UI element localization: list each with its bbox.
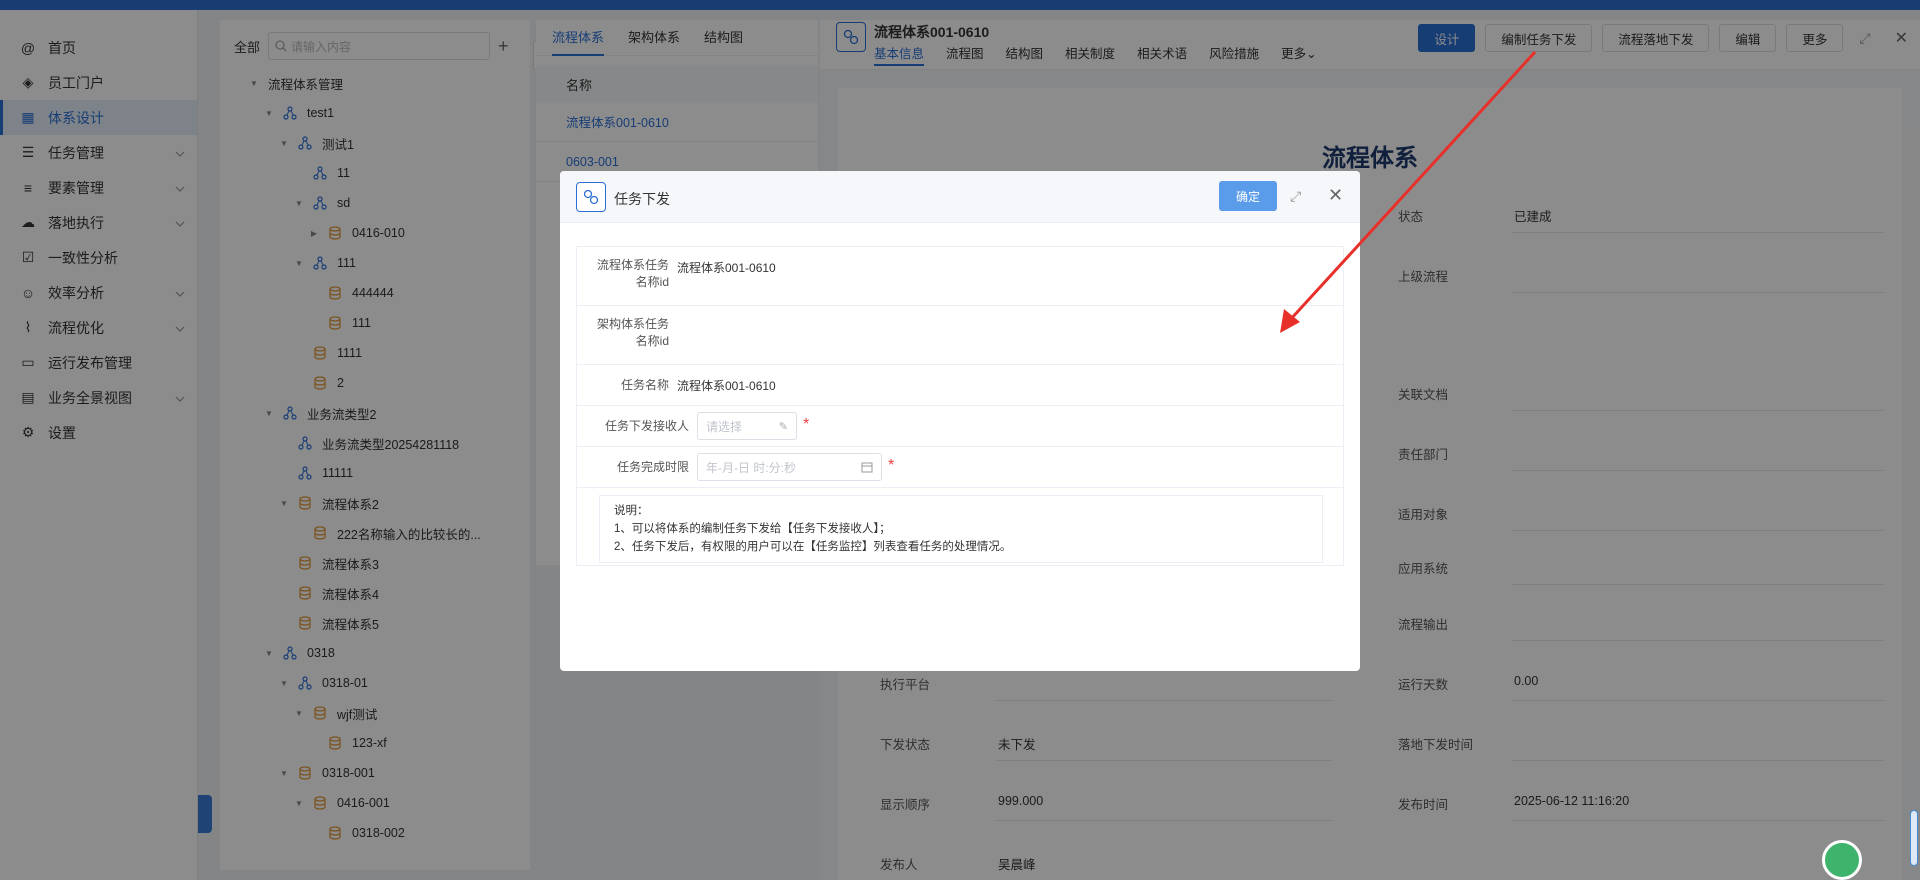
annotation-arrow <box>1280 50 1537 333</box>
assistant-bubble-icon[interactable] <box>1822 840 1862 880</box>
scroll-indicator <box>1910 810 1918 866</box>
